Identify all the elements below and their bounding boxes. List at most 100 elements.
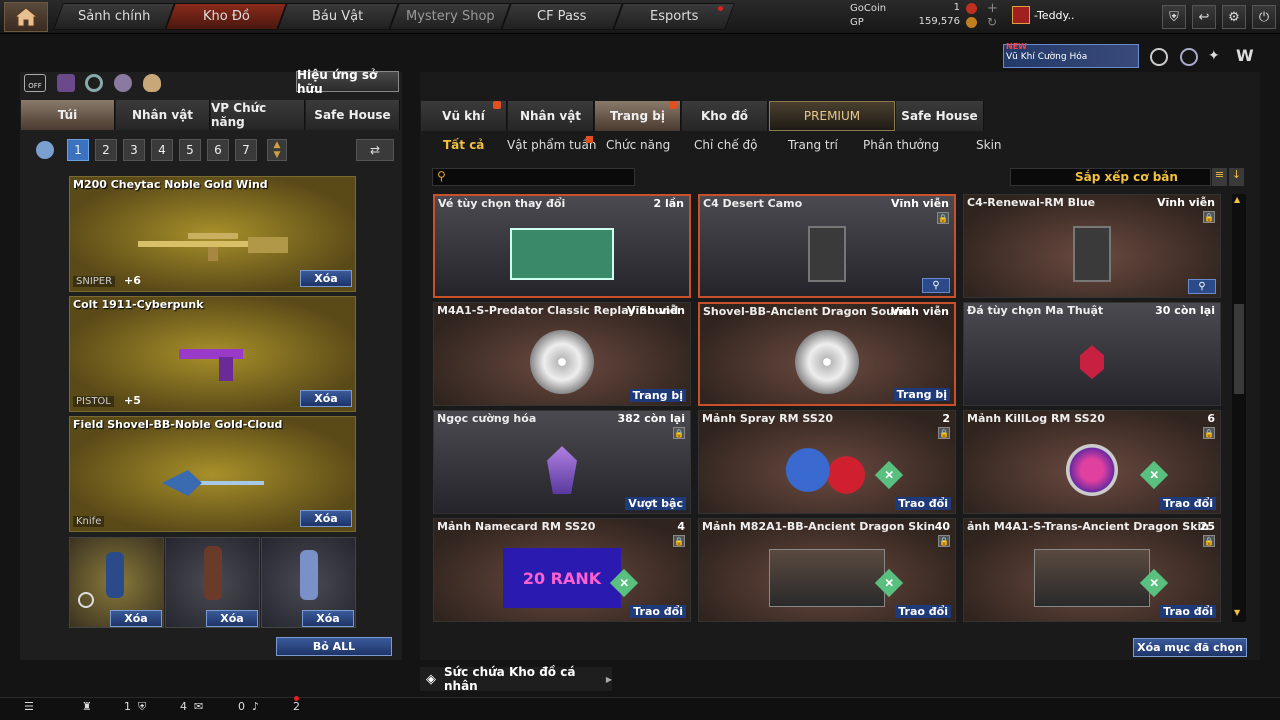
search-input[interactable]: ⚲ [432, 168, 635, 186]
item-action-button[interactable]: Trao đổi [1160, 497, 1216, 510]
tab-mystery-shop[interactable]: Mystery Shop [389, 3, 511, 30]
tab-storage[interactable]: Kho đồ [682, 101, 768, 131]
lock-icon[interactable]: 🔒 [1203, 427, 1215, 439]
delete-button[interactable]: Xóa [302, 610, 354, 627]
add-coin-icon[interactable]: + [987, 1, 998, 16]
grenade-slot-2[interactable]: Xóa [165, 537, 260, 628]
tab-lobby[interactable]: Sảnh chính [53, 3, 175, 30]
inspect-search-icon[interactable]: ⚲ [922, 278, 950, 293]
item-action-button[interactable]: Vượt bậc [625, 497, 686, 510]
page-button-6[interactable]: 6 [207, 139, 229, 161]
grenade-slot-1[interactable]: Xóa [69, 537, 164, 628]
item-card[interactable]: Đá tùy chọn Ma Thuật 30 còn lại [963, 302, 1221, 406]
lock-icon[interactable]: 🔒 [1203, 211, 1215, 223]
refresh-icon[interactable]: ↻ [987, 15, 997, 29]
tab-bag[interactable]: Túi [21, 100, 115, 130]
inspect-search-icon[interactable]: ⚲ [1188, 279, 1216, 294]
subcat-all[interactable]: Tất cả [443, 138, 484, 152]
list-view-icon[interactable]: ≡ [1212, 168, 1227, 186]
item-action-button[interactable]: Trang bị [629, 389, 686, 402]
power-icon[interactable]: ⏻ [1252, 5, 1276, 29]
page-updown-icon[interactable]: ▲ ▼ [267, 139, 287, 161]
remove-all-button[interactable]: Bỏ ALL [276, 637, 392, 656]
delete-button[interactable]: Xóa [300, 270, 352, 287]
delete-button[interactable]: Xóa [300, 390, 352, 407]
delete-button[interactable]: Xóa [206, 610, 258, 627]
badge-v-icon[interactable] [1150, 48, 1168, 66]
subcat-rewards[interactable]: Phần thưởng [863, 138, 939, 152]
subcat-mode-only[interactable]: Chỉ chế độ [694, 138, 758, 152]
loadout-slot-knife[interactable]: Field Shovel-BB-Noble Gold-Cloud Knife X… [69, 416, 356, 532]
item-card[interactable]: Mảnh Spray RM SS20 2 🔒 + Trao đổi [698, 410, 956, 514]
lock-icon[interactable]: 🔒 [938, 427, 950, 439]
swap-loadout-icon[interactable]: ⇄ [356, 139, 394, 161]
subcat-weekly[interactable]: Vật phẩm tuần [507, 138, 596, 152]
item-card[interactable]: Mảnh KillLog RM SS20 6 🔒 + Trao đổi [963, 410, 1221, 514]
item-card[interactable]: M4A1-S-Predator Classic Replay Sound Vĩnh… [433, 302, 691, 406]
shield-icon[interactable]: ⛨ [1162, 5, 1186, 29]
item-action-button[interactable]: Trang bị [893, 388, 950, 401]
username[interactable]: -Teddy.. [1034, 9, 1074, 22]
chat-icon[interactable]: ✉ [194, 700, 203, 713]
globe-icon[interactable] [1180, 48, 1198, 66]
item-card[interactable]: Mảnh Namecard RM SS20 4 🔒 20 RANK + Trao đổi [433, 518, 691, 622]
lock-icon[interactable]: 🔒 [937, 212, 949, 224]
owned-effects-button[interactable]: Hiệu ứng sở hữu [296, 68, 399, 96]
shield-small-icon[interactable]: ⛨ [138, 700, 146, 714]
sort-direction-icon[interactable]: ↓ [1229, 168, 1244, 186]
item-card[interactable]: C4-Renewal-RM Blue Vĩnh viễn 🔒 ⚲ [963, 194, 1221, 298]
subcat-function[interactable]: Chức năng [606, 138, 670, 152]
home-button[interactable] [4, 2, 48, 32]
speaker-icon[interactable]: ♪ [252, 700, 259, 713]
tab-esports[interactable]: Esports [613, 3, 735, 30]
tab-treasure[interactable]: Báu Vật [277, 3, 399, 30]
gift-icon[interactable] [57, 74, 75, 92]
users-icon[interactable]: ♜ [82, 700, 92, 713]
loadout-slot-pistol[interactable]: Colt 1911-Cyberpunk PISTOL +5 Xóa [69, 296, 356, 412]
w-logo-icon[interactable]: W [1236, 46, 1256, 66]
page-button-5[interactable]: 5 [179, 139, 201, 161]
lock-icon[interactable]: 🔒 [938, 535, 950, 547]
tab-cf-pass[interactable]: CF Pass [501, 3, 623, 30]
scroll-up-icon[interactable]: ▲ [1234, 195, 1240, 204]
page-button-4[interactable]: 4 [151, 139, 173, 161]
scrollbar-thumb[interactable] [1234, 304, 1244, 394]
tab-character[interactable]: Nhân vật [116, 100, 210, 130]
tab-premium[interactable]: PREMIUM [769, 101, 895, 131]
item-card[interactable]: Shovel-BB-Ancient Dragon Sound Vĩnh viễn T… [698, 302, 956, 406]
page-button-3[interactable]: 3 [123, 139, 145, 161]
tab-inventory[interactable]: Kho Đồ [165, 3, 287, 30]
grenade-slot-3[interactable]: Xóa [261, 537, 356, 628]
cycle-icon[interactable] [85, 74, 103, 92]
tab-safe-house-right[interactable]: Safe House [896, 101, 984, 131]
page-button-1[interactable]: 1 [67, 139, 89, 161]
character-head-icon[interactable] [36, 141, 54, 159]
item-card[interactable]: ảnh M4A1-S-Trans-Ancient Dragon Skin 25 🔒 +… [963, 518, 1221, 622]
item-card[interactable]: Ngọc cường hóa 382 còn lại 🔒 Vượt bậc [433, 410, 691, 514]
delete-button[interactable]: Xóa [300, 510, 352, 527]
event-icon[interactable]: ✦ [1208, 48, 1226, 66]
scroll-down-icon[interactable]: ▼ [1234, 608, 1240, 617]
enhance-weapon-banner[interactable]: NEW Vũ Khí Cường Hóa [1003, 42, 1139, 68]
item-card[interactable]: Mảnh M82A1-BB-Ancient Dragon Skin 40 🔒 + Tra… [698, 518, 956, 622]
exit-icon[interactable]: ↩ [1192, 5, 1216, 29]
scrollbar[interactable]: ▲ ▼ [1232, 194, 1246, 622]
subcat-decoration[interactable]: Trang trí [788, 138, 838, 152]
subcat-skin[interactable]: Skin [976, 138, 1002, 152]
delete-button[interactable]: Xóa [110, 610, 162, 627]
sort-dropdown[interactable]: Sắp xếp cơ bản [1010, 168, 1211, 186]
tab-characters[interactable]: Nhân vật [508, 101, 594, 131]
bag-icon[interactable] [143, 74, 161, 92]
lock-icon[interactable]: 🔒 [673, 535, 685, 547]
capacity-button[interactable]: ◈ Sức chứa Kho đồ cá nhân ▶ [420, 665, 612, 693]
delete-selected-button[interactable]: Xóa mục đã chọn [1133, 638, 1247, 657]
toggle-off-icon[interactable]: OFF [24, 74, 46, 92]
item-action-button[interactable]: Trao đổi [630, 605, 686, 618]
settings-gear-icon[interactable]: ⚙ [1222, 5, 1246, 29]
tab-function-items[interactable]: VP Chức năng [211, 100, 305, 130]
tab-safe-house-left[interactable]: Safe House [306, 100, 400, 130]
lock-icon[interactable]: 🔒 [673, 427, 685, 439]
character-icon[interactable] [114, 74, 132, 92]
lock-icon[interactable]: 🔒 [1203, 535, 1215, 547]
page-button-7[interactable]: 7 [235, 139, 257, 161]
